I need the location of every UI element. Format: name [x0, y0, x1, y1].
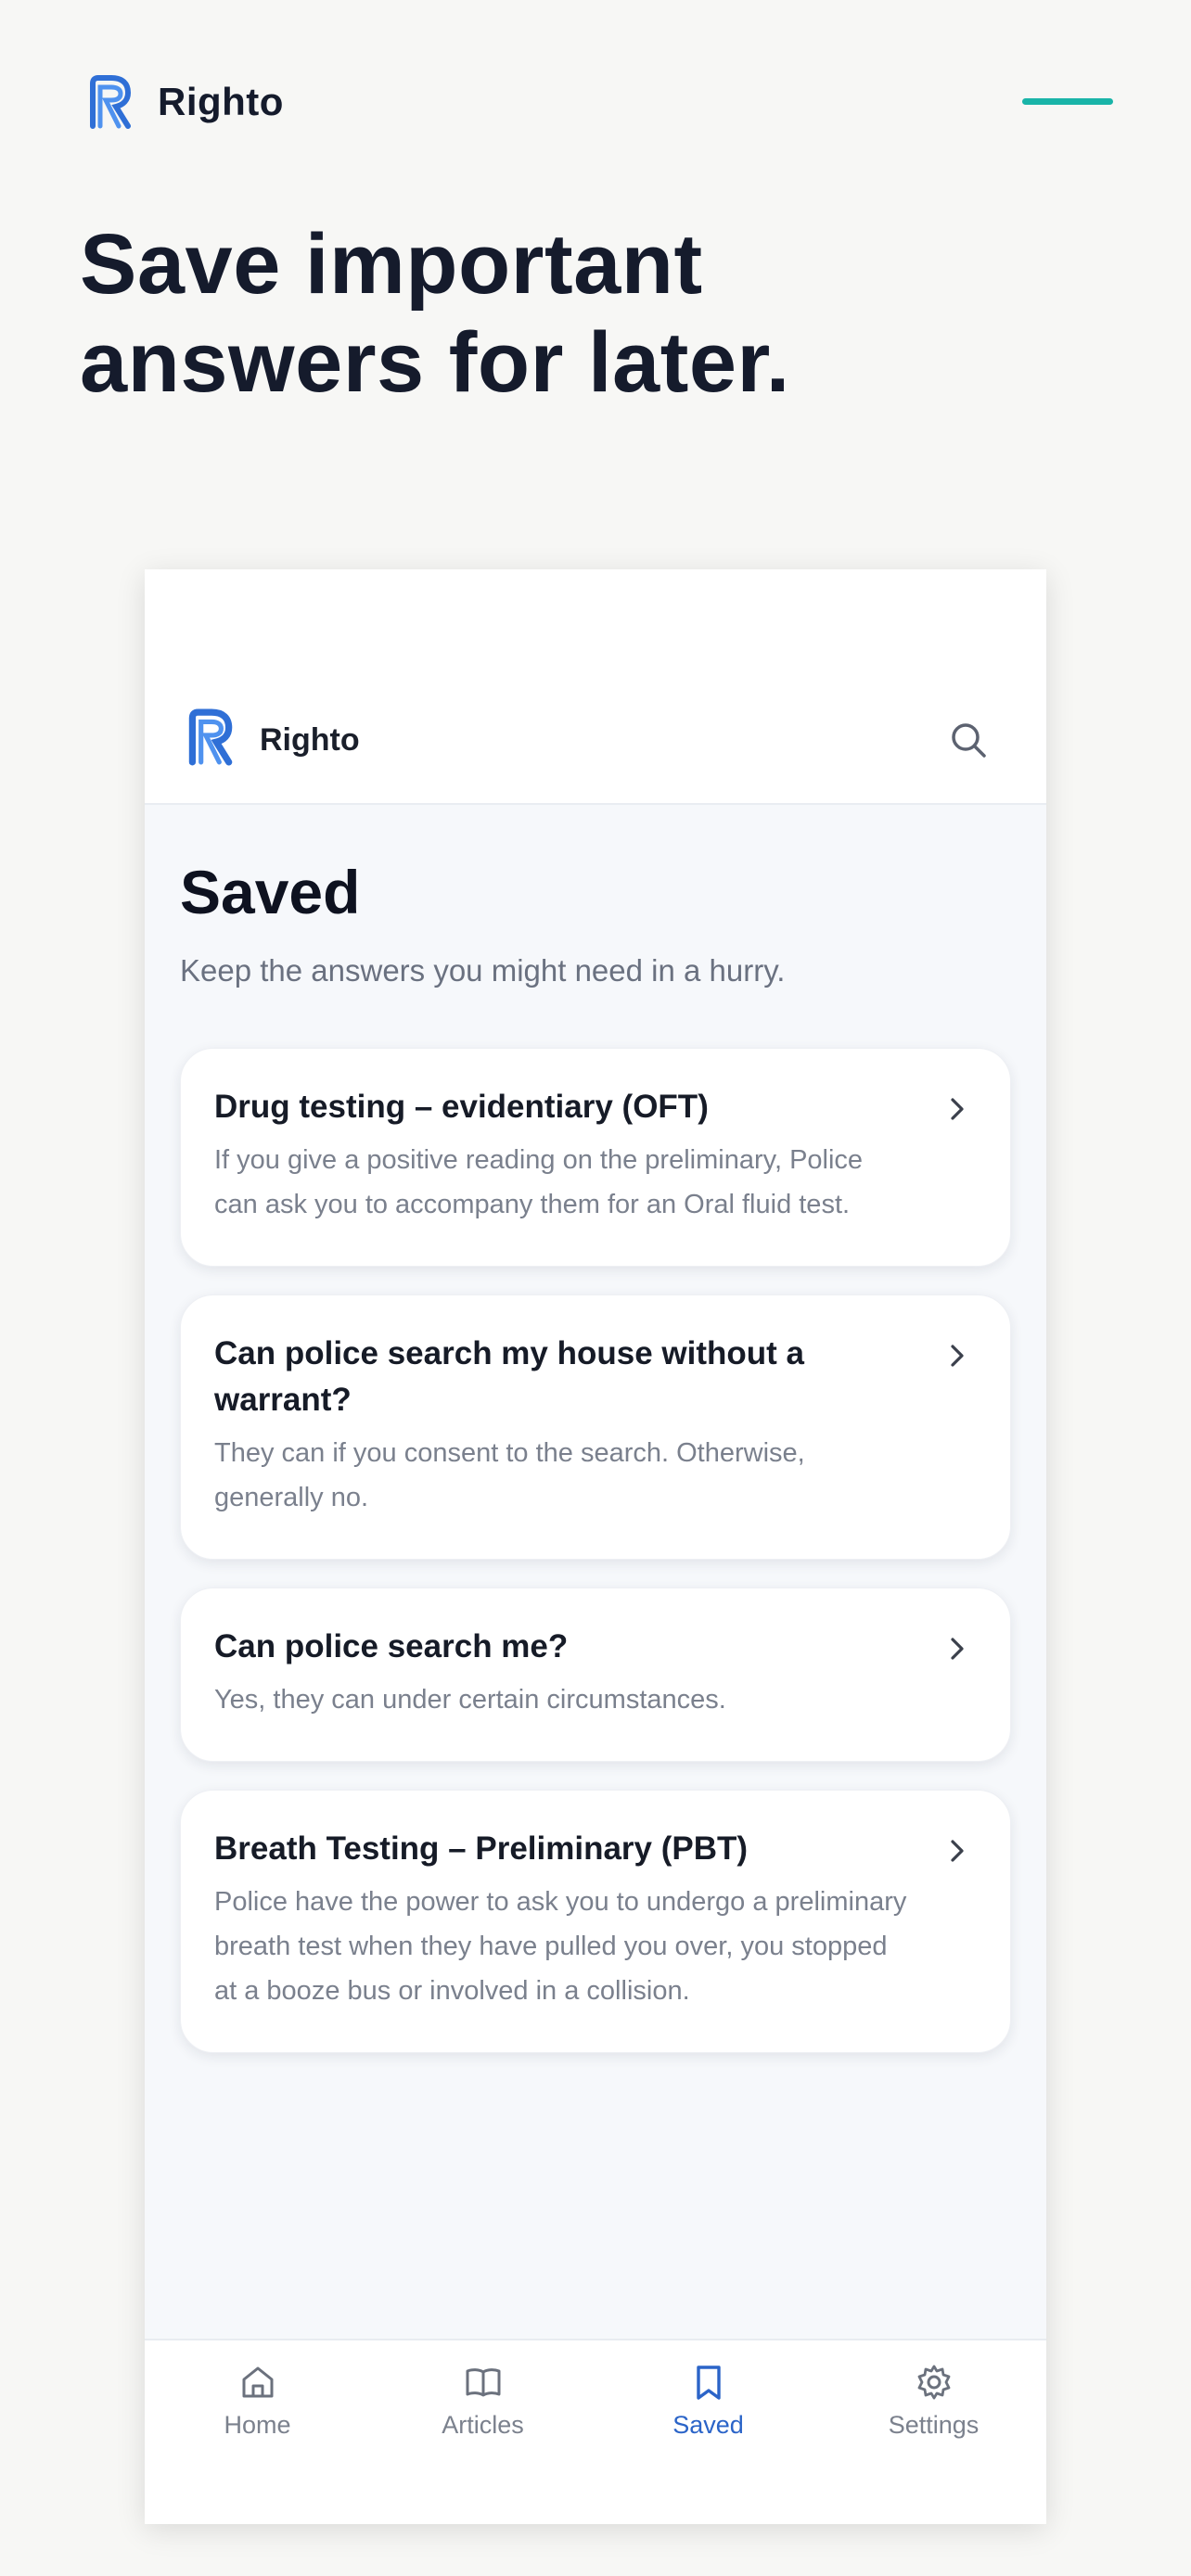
saved-list: Drug testing – evidentiary (OFT) If you … [180, 1048, 1011, 2081]
chevron-right-icon [951, 1345, 964, 1367]
menu-icon[interactable] [1022, 98, 1113, 105]
book-icon [466, 2368, 500, 2397]
card-description: If you give a positive reading on the pr… [214, 1145, 864, 1219]
card-title: Can police search me? [214, 1628, 569, 1664]
righto-logo-icon [90, 75, 132, 129]
nav-label: Home [224, 2411, 291, 2439]
card-description: Police have the power to ask you to unde… [214, 1887, 907, 2006]
nav-label: Settings [888, 2411, 980, 2439]
brand: Righto [85, 74, 284, 130]
brand-name: Righto [158, 80, 284, 123]
saved-card[interactable]: Can police search my house without a war… [180, 1294, 1011, 1560]
chevron-right-icon [951, 1638, 964, 1660]
home-icon [242, 2366, 273, 2398]
nav-item-settings[interactable]: Settings [821, 2340, 1046, 2524]
phone-screen: Righto Saved Keep the answers you might … [145, 569, 1046, 2524]
card-title: Can police search my house without a war… [214, 1335, 804, 1418]
nav-item-saved[interactable]: Saved [596, 2340, 821, 2524]
righto-logo-icon [188, 708, 233, 766]
gear-icon [917, 2365, 950, 2400]
app-name: Righto [260, 722, 360, 758]
nav-item-home[interactable]: Home [145, 2340, 370, 2524]
page-headline: Save important answers for later. [80, 217, 790, 410]
saved-card[interactable]: Breath Testing – Preliminary (PBT) Polic… [180, 1790, 1011, 2053]
saved-card[interactable]: Drug testing – evidentiary (OFT) If you … [180, 1048, 1011, 1267]
card-description: Yes, they can under certain circumstance… [214, 1685, 726, 1715]
bookmark-icon [696, 2366, 721, 2400]
nav-item-articles[interactable]: Articles [370, 2340, 596, 2524]
page-title: Saved [180, 858, 361, 926]
chevron-right-icon [951, 1098, 964, 1120]
chevron-right-icon [951, 1840, 964, 1862]
page-subtitle: Keep the answers you might need in a hur… [180, 953, 786, 988]
card-title: Drug testing – evidentiary (OFT) [214, 1089, 709, 1125]
saved-card[interactable]: Can police search me? Yes, they can unde… [180, 1588, 1011, 1762]
app-header: Righto [145, 569, 1046, 805]
bottom-nav: Home Articles Saved Settings [145, 2339, 1046, 2524]
search-icon[interactable] [948, 720, 989, 760]
card-title: Breath Testing – Preliminary (PBT) [214, 1830, 749, 1867]
card-description: They can if you consent to the search. O… [214, 1438, 805, 1512]
nav-label: Articles [442, 2411, 524, 2439]
nav-label: Saved [672, 2411, 744, 2439]
